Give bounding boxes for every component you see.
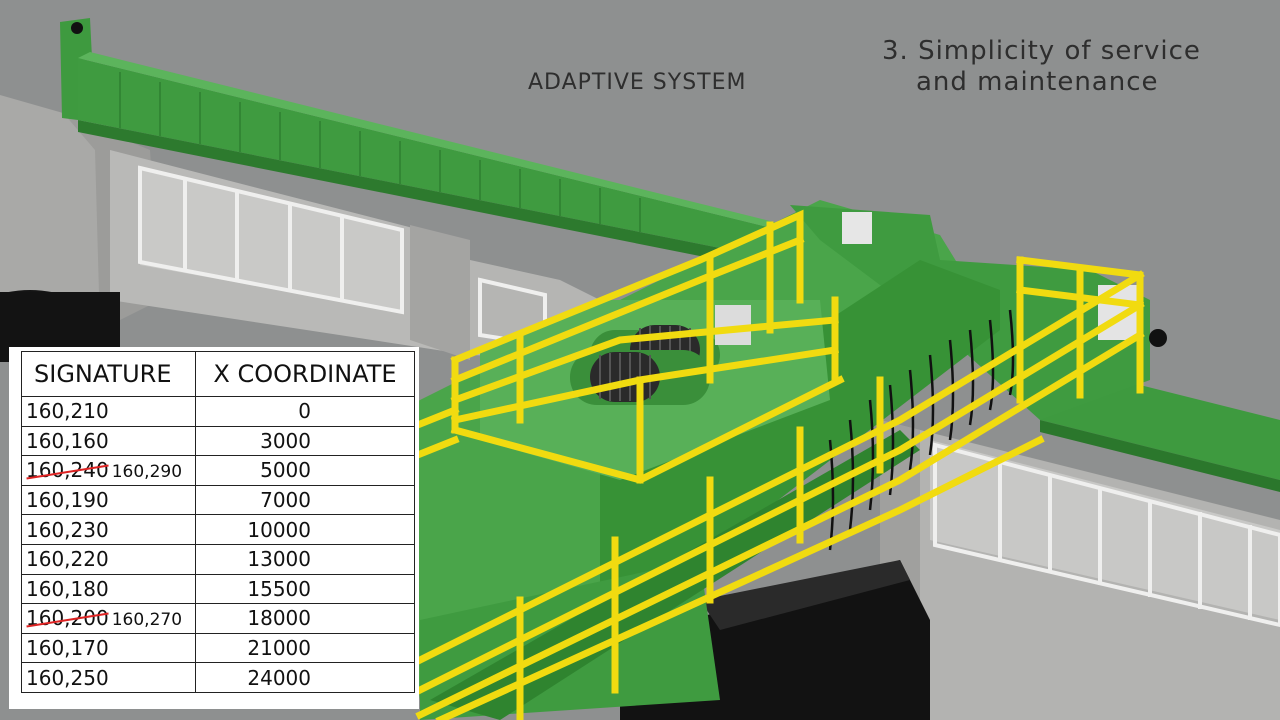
- signature-correction: 160,270: [111, 610, 183, 631]
- signature-cell: 160,170: [21, 632, 196, 664]
- x-coordinate-cell: 3000: [195, 425, 415, 457]
- signature-table: SIGNATURE X COORDINATE 160,210 0 160,160…: [21, 351, 415, 693]
- signature-cell: 160,220: [21, 543, 196, 575]
- table-row: 160,210 0: [21, 396, 415, 427]
- signature-cell: 160,230: [21, 514, 196, 545]
- signature-cell-corrected: 160,240 160,290: [21, 455, 196, 486]
- x-coordinate-cell: 15500: [195, 573, 415, 605]
- x-coordinate-cell: 21000: [195, 632, 415, 664]
- table-row: 160,250 24000: [21, 662, 415, 693]
- x-coordinate-cell: 0: [195, 396, 415, 427]
- table-row: 160,240 160,290 5000: [21, 455, 415, 486]
- signature-cell: 160,190: [21, 484, 196, 516]
- signature-cell: 160,210: [21, 396, 196, 427]
- signature-column-header: SIGNATURE: [21, 351, 196, 397]
- signature-cell: 160,250: [21, 662, 196, 693]
- table-row: 160,230 10000: [21, 514, 415, 545]
- x-coordinate-cell: 13000: [195, 543, 415, 575]
- table-row: 160,200 160,270 18000: [21, 603, 415, 634]
- signature-cell: 160,180: [21, 573, 196, 605]
- table-row: 160,160 3000: [21, 425, 415, 457]
- signature-cell-corrected: 160,200 160,270: [21, 603, 196, 634]
- x-coordinate-cell: 18000: [195, 603, 415, 634]
- step-title: 3. Simplicity of service and maintenance: [882, 36, 1201, 98]
- signature-correction: 160,290: [111, 462, 183, 483]
- x-coordinate-cell: 5000: [195, 455, 415, 486]
- table-row: 160,190 7000: [21, 484, 415, 516]
- step-title-line-2: and maintenance: [916, 67, 1159, 97]
- x-coordinate-cell: 10000: [195, 514, 415, 545]
- adaptive-system-caption: ADAPTIVE SYSTEM: [528, 70, 747, 95]
- signature-table-panel: SIGNATURE X COORDINATE 160,210 0 160,160…: [9, 347, 419, 709]
- struck-signature: 160,240: [26, 458, 109, 483]
- table-row: 160,180 15500: [21, 573, 415, 605]
- x-coordinate-cell: 7000: [195, 484, 415, 516]
- table-header-row: SIGNATURE X COORDINATE: [21, 351, 415, 397]
- table-row: 160,220 13000: [21, 543, 415, 575]
- signature-cell: 160,160: [21, 425, 196, 457]
- table-row: 160,170 21000: [21, 632, 415, 664]
- x-coordinate-column-header: X COORDINATE: [195, 351, 415, 397]
- x-coordinate-cell: 24000: [195, 662, 415, 693]
- step-title-line-1: 3. Simplicity of service: [882, 36, 1201, 66]
- struck-signature: 160,200: [26, 606, 109, 631]
